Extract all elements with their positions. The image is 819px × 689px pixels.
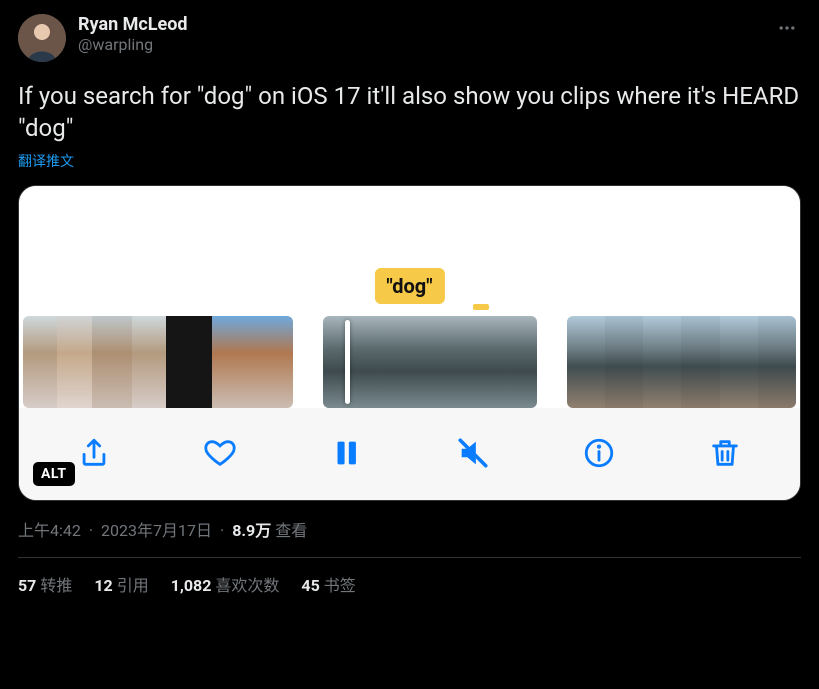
stat-count: 57 xyxy=(18,576,36,595)
more-options-icon[interactable] xyxy=(773,14,801,46)
timeline-frame xyxy=(758,316,796,408)
tweet-container: Ryan McLeod @warpling If you search for … xyxy=(0,0,819,610)
translate-link[interactable]: 翻译推文 xyxy=(18,151,74,171)
media-top-area: "dog" xyxy=(19,186,800,316)
timeline-frame xyxy=(23,316,57,408)
heart-icon[interactable] xyxy=(199,432,241,474)
timeline-frame xyxy=(681,316,719,408)
timeline-frame xyxy=(430,316,484,408)
timeline-frame xyxy=(720,316,758,408)
views-label: 查看 xyxy=(275,517,307,541)
pause-icon[interactable] xyxy=(325,432,367,474)
clip-group-active[interactable] xyxy=(323,316,537,408)
media-toolbar xyxy=(19,408,800,500)
stat-count: 45 xyxy=(301,576,319,595)
alt-badge[interactable]: ALT xyxy=(33,462,75,486)
timeline-frame xyxy=(57,316,91,408)
stat-label: 引用 xyxy=(117,576,149,595)
timeline-frame xyxy=(643,316,681,408)
timeline-frame xyxy=(605,316,643,408)
clip-group[interactable] xyxy=(567,316,796,408)
tweet-meta: 上午4:42 2023年7月17日 8.9万 查看 xyxy=(18,517,801,558)
search-tag: "dog" xyxy=(374,268,444,304)
tweet-header: Ryan McLeod @warpling xyxy=(18,14,801,62)
stat-retweets[interactable]: 57转推 xyxy=(18,572,72,596)
video-timeline[interactable] xyxy=(19,316,800,408)
stat-count: 12 xyxy=(94,576,112,595)
mute-icon[interactable] xyxy=(452,432,494,474)
tweet-stats: 57转推 12 引用 1,082喜欢次数 45 书签 xyxy=(18,572,801,596)
timeline-frame xyxy=(483,316,537,408)
timeline-frame xyxy=(376,316,430,408)
playhead-marker xyxy=(473,304,489,310)
timeline-frame xyxy=(166,316,212,408)
stat-count: 1,082 xyxy=(171,576,212,595)
stat-label: 转推 xyxy=(40,576,72,595)
stat-label: 喜欢次数 xyxy=(215,576,279,595)
timeline-frame xyxy=(132,316,166,408)
clip-group[interactable] xyxy=(23,316,293,408)
stat-bookmarks[interactable]: 45 书签 xyxy=(301,572,355,596)
timeline-frame xyxy=(252,316,292,408)
user-block: Ryan McLeod @warpling xyxy=(78,14,188,54)
separator-dot xyxy=(85,521,97,540)
media-card[interactable]: "dog" xyxy=(18,185,801,501)
avatar[interactable] xyxy=(18,14,66,62)
stat-likes[interactable]: 1,082喜欢次数 xyxy=(171,572,280,596)
tweet-time[interactable]: 上午4:42 xyxy=(18,517,81,541)
display-name[interactable]: Ryan McLeod xyxy=(78,14,188,35)
timeline-frame xyxy=(567,316,605,408)
timeline-frame xyxy=(92,316,132,408)
views-count[interactable]: 8.9万 xyxy=(232,517,271,541)
playhead-icon[interactable] xyxy=(345,320,350,404)
tweet-date[interactable]: 2023年7月17日 xyxy=(101,517,212,541)
separator-dot xyxy=(216,521,228,540)
stat-quotes[interactable]: 12 引用 xyxy=(94,572,148,596)
tweet-text: If you search for "dog" on iOS 17 it'll … xyxy=(18,80,801,145)
timeline-frame xyxy=(212,316,252,408)
user-handle[interactable]: @warpling xyxy=(78,35,188,54)
share-icon[interactable] xyxy=(73,432,115,474)
info-icon[interactable] xyxy=(578,432,620,474)
trash-icon[interactable] xyxy=(704,432,746,474)
stat-label: 书签 xyxy=(324,576,356,595)
